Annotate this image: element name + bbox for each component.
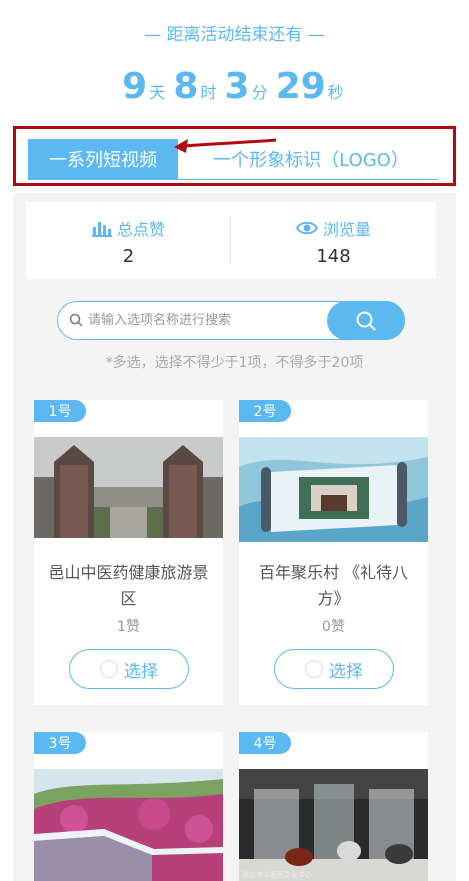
stat-views-value: 148: [316, 246, 351, 267]
select-button[interactable]: 选择: [69, 649, 189, 689]
countdown-seconds-unit: 秒: [327, 83, 344, 102]
countdown-days: 9: [122, 66, 148, 107]
option-card[interactable]: 4号 邑山市中医药文化中心: [239, 732, 428, 881]
tab-underline: [28, 179, 438, 180]
stats-panel: 总点赞 2 浏览量 148: [26, 202, 436, 279]
select-button-label: 选择: [329, 661, 363, 682]
card-thumbnail[interactable]: [34, 437, 223, 538]
card-thumbnail-caption: 邑山市中医药文化中心: [242, 871, 312, 879]
eye-icon: [295, 221, 318, 235]
card-thumbnail-image: [239, 769, 428, 881]
stat-views-label: 浏览量: [322, 220, 371, 239]
card-number-badge: 4号: [239, 732, 291, 754]
radio-circle-icon: [305, 660, 323, 678]
stat-views: 浏览量 148: [231, 202, 436, 279]
countdown-hours-unit: 时: [200, 83, 217, 102]
search-icon: [69, 313, 83, 327]
card-likes: 0赞: [322, 619, 345, 635]
countdown-minutes-unit: 分: [251, 83, 268, 102]
card-thumbnail[interactable]: 邑山市中医药文化中心: [239, 769, 428, 881]
countdown-title: — 距离活动结束还有 —: [144, 25, 325, 45]
card-thumbnail-image: [34, 437, 223, 538]
search-input[interactable]: [88, 302, 318, 339]
card-number-badge: 3号: [34, 732, 86, 754]
countdown-minutes: 3: [224, 66, 250, 107]
countdown-days-unit: 天: [149, 83, 166, 102]
option-card[interactable]: 3号: [34, 732, 223, 881]
card-thumbnail-image: [34, 769, 223, 881]
content-area: 总点赞 2 浏览量 148 *: [13, 193, 456, 881]
search-bar: [57, 301, 405, 340]
stat-likes-value: 2: [122, 246, 135, 267]
option-card[interactable]: 1号 邑山中医药健康旅游景区 1赞 选择: [34, 400, 223, 705]
stat-likes: 总点赞 2: [26, 202, 231, 279]
stat-likes-label: 总点赞: [116, 220, 165, 239]
card-thumbnail[interactable]: [34, 769, 223, 881]
countdown-seconds: 29: [275, 66, 326, 107]
select-button-label: 选择: [124, 661, 158, 682]
card-thumbnail-image: [239, 437, 428, 542]
card-number-badge: 1号: [34, 400, 86, 422]
card-title: 百年聚乐村 《礼待八方》: [258, 563, 409, 608]
radio-circle-icon: [100, 660, 118, 678]
card-likes: 1赞: [117, 619, 140, 635]
card-number-badge: 2号: [239, 400, 291, 422]
search-button[interactable]: [327, 301, 405, 340]
card-thumbnail[interactable]: [239, 437, 428, 542]
search-icon: [356, 311, 376, 331]
card-title: 邑山中医药健康旅游景区: [48, 563, 209, 608]
bar-chart-icon: [91, 221, 112, 237]
annotation-arrow-icon: [174, 138, 277, 153]
countdown-timer: 9天 8时 3分 29 秒: [0, 66, 469, 107]
selection-hint: *多选，选择不得少于1项，不得多于20项: [105, 355, 364, 371]
tab-short-videos[interactable]: 一系列短视频: [28, 139, 178, 179]
countdown-hours: 8: [173, 66, 199, 107]
option-card[interactable]: 2号 百年聚乐村 《礼待八方》 0赞 选择: [239, 400, 428, 705]
select-button[interactable]: 选择: [274, 649, 394, 689]
